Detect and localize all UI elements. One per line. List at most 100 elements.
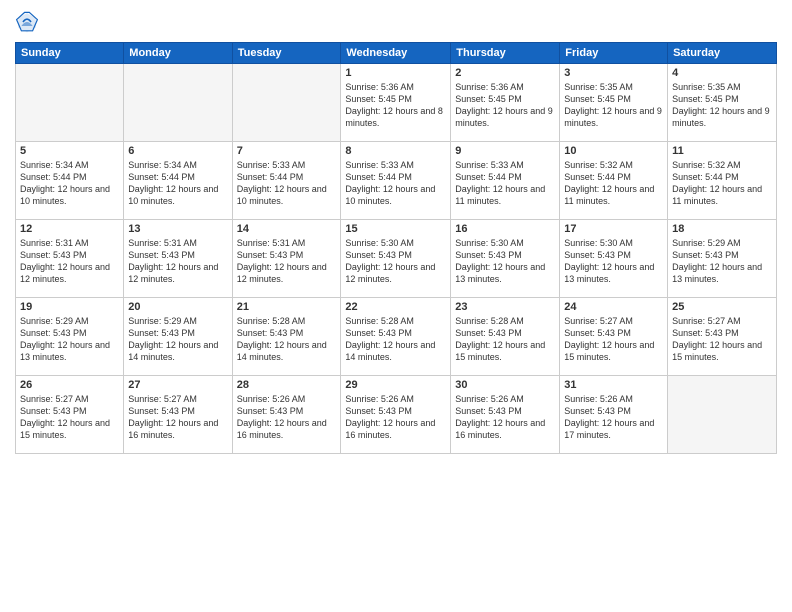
day-number: 23 [455,301,555,313]
day-info: Sunrise: 5:27 AM Sunset: 5:43 PM Dayligh… [128,393,227,442]
weekday-friday: Friday [560,43,668,64]
day-info: Sunrise: 5:29 AM Sunset: 5:43 PM Dayligh… [672,237,772,286]
weekday-saturday: Saturday [668,43,777,64]
day-cell: 30 Sunrise: 5:26 AM Sunset: 5:43 PM Dayli… [451,376,560,454]
day-cell: 25 Sunrise: 5:27 AM Sunset: 5:43 PM Dayli… [668,298,777,376]
day-cell: 5 Sunrise: 5:34 AM Sunset: 5:44 PM Daylig… [16,142,124,220]
day-cell: 29 Sunrise: 5:26 AM Sunset: 5:43 PM Dayli… [341,376,451,454]
header [15,10,777,34]
day-cell: 14 Sunrise: 5:31 AM Sunset: 5:43 PM Dayli… [232,220,341,298]
day-number: 17 [564,223,663,235]
day-number: 21 [237,301,337,313]
logo [15,10,43,34]
day-cell: 7 Sunrise: 5:33 AM Sunset: 5:44 PM Daylig… [232,142,341,220]
week-row-4: 26 Sunrise: 5:27 AM Sunset: 5:43 PM Dayli… [16,376,777,454]
weekday-monday: Monday [124,43,232,64]
day-info: Sunrise: 5:26 AM Sunset: 5:43 PM Dayligh… [564,393,663,442]
day-number: 19 [20,301,119,313]
day-cell: 28 Sunrise: 5:26 AM Sunset: 5:43 PM Dayli… [232,376,341,454]
day-number: 12 [20,223,119,235]
day-cell: 2 Sunrise: 5:36 AM Sunset: 5:45 PM Daylig… [451,64,560,142]
day-number: 29 [345,379,446,391]
day-cell: 26 Sunrise: 5:27 AM Sunset: 5:43 PM Dayli… [16,376,124,454]
day-info: Sunrise: 5:27 AM Sunset: 5:43 PM Dayligh… [672,315,772,364]
weekday-tuesday: Tuesday [232,43,341,64]
day-number: 11 [672,145,772,157]
day-cell: 21 Sunrise: 5:28 AM Sunset: 5:43 PM Dayli… [232,298,341,376]
day-number: 22 [345,301,446,313]
day-number: 4 [672,67,772,79]
day-info: Sunrise: 5:36 AM Sunset: 5:45 PM Dayligh… [455,81,555,130]
day-cell: 8Sunrise: 5:33 AM Sunset: 5:44 PM Daylig… [341,142,451,220]
day-number: 15 [345,223,446,235]
day-info: Sunrise: 5:34 AM Sunset: 5:44 PM Dayligh… [20,159,119,208]
day-info: Sunrise: 5:31 AM Sunset: 5:43 PM Dayligh… [20,237,119,286]
day-cell: 3 Sunrise: 5:35 AM Sunset: 5:45 PM Daylig… [560,64,668,142]
day-cell: 15 Sunrise: 5:30 AM Sunset: 5:43 PM Dayli… [341,220,451,298]
week-row-1: 5 Sunrise: 5:34 AM Sunset: 5:44 PM Daylig… [16,142,777,220]
day-info: Sunrise: 5:30 AM Sunset: 5:43 PM Dayligh… [564,237,663,286]
week-row-2: 12 Sunrise: 5:31 AM Sunset: 5:43 PM Dayli… [16,220,777,298]
day-info: Sunrise: 5:27 AM Sunset: 5:43 PM Dayligh… [20,393,119,442]
day-number: 31 [564,379,663,391]
day-info: Sunrise: 5:33 AM Sunset: 5:44 PM Dayligh… [237,159,337,208]
day-info: Sunrise: 5:33 AM Sunset: 5:44 PM Dayligh… [455,159,555,208]
day-cell: 13Sunrise: 5:31 AM Sunset: 5:43 PM Dayli… [124,220,232,298]
day-number: 14 [237,223,337,235]
day-cell [232,64,341,142]
calendar: SundayMondayTuesdayWednesdayThursdayFrid… [15,42,777,454]
day-cell: 17 Sunrise: 5:30 AM Sunset: 5:43 PM Dayli… [560,220,668,298]
day-cell [124,64,232,142]
day-number: 1 [345,67,446,79]
day-number: 8 [345,145,446,157]
day-info: Sunrise: 5:31 AM Sunset: 5:43 PM Dayligh… [237,237,337,286]
day-number: 18 [672,223,772,235]
day-number: 5 [20,145,119,157]
day-cell: 23 Sunrise: 5:28 AM Sunset: 5:43 PM Dayli… [451,298,560,376]
day-info: Sunrise: 5:28 AM Sunset: 5:43 PM Dayligh… [237,315,337,364]
day-cell: 31 Sunrise: 5:26 AM Sunset: 5:43 PM Dayli… [560,376,668,454]
weekday-thursday: Thursday [451,43,560,64]
day-info: Sunrise: 5:35 AM Sunset: 5:45 PM Dayligh… [564,81,663,130]
day-cell [668,376,777,454]
day-info: Sunrise: 5:26 AM Sunset: 5:43 PM Dayligh… [455,393,555,442]
day-cell: 22 Sunrise: 5:28 AM Sunset: 5:43 PM Dayli… [341,298,451,376]
day-info: Sunrise: 5:32 AM Sunset: 5:44 PM Dayligh… [672,159,772,208]
day-info: Sunrise: 5:30 AM Sunset: 5:43 PM Dayligh… [345,237,446,286]
day-cell: 12 Sunrise: 5:31 AM Sunset: 5:43 PM Dayli… [16,220,124,298]
weekday-header-row: SundayMondayTuesdayWednesdayThursdayFrid… [16,43,777,64]
day-cell: 1Sunrise: 5:36 AM Sunset: 5:45 PM Daylig… [341,64,451,142]
day-cell: 9 Sunrise: 5:33 AM Sunset: 5:44 PM Daylig… [451,142,560,220]
day-info: Sunrise: 5:30 AM Sunset: 5:43 PM Dayligh… [455,237,555,286]
day-info: Sunrise: 5:29 AM Sunset: 5:43 PM Dayligh… [128,315,227,364]
day-number: 30 [455,379,555,391]
week-row-3: 19 Sunrise: 5:29 AM Sunset: 5:43 PM Dayli… [16,298,777,376]
day-info: Sunrise: 5:26 AM Sunset: 5:43 PM Dayligh… [345,393,446,442]
day-number: 24 [564,301,663,313]
day-info: Sunrise: 5:29 AM Sunset: 5:43 PM Dayligh… [20,315,119,364]
day-number: 16 [455,223,555,235]
day-number: 26 [20,379,119,391]
day-cell: 19 Sunrise: 5:29 AM Sunset: 5:43 PM Dayli… [16,298,124,376]
day-number: 3 [564,67,663,79]
logo-icon [15,10,39,34]
day-info: Sunrise: 5:28 AM Sunset: 5:43 PM Dayligh… [345,315,446,364]
day-info: Sunrise: 5:31 AM Sunset: 5:43 PM Dayligh… [128,237,227,286]
day-cell: 6Sunrise: 5:34 AM Sunset: 5:44 PM Daylig… [124,142,232,220]
day-number: 20 [128,301,227,313]
day-number: 7 [237,145,337,157]
day-number: 28 [237,379,337,391]
day-info: Sunrise: 5:26 AM Sunset: 5:43 PM Dayligh… [237,393,337,442]
day-cell: 11 Sunrise: 5:32 AM Sunset: 5:44 PM Dayli… [668,142,777,220]
day-info: Sunrise: 5:35 AM Sunset: 5:45 PM Dayligh… [672,81,772,130]
day-number: 10 [564,145,663,157]
day-number: 9 [455,145,555,157]
day-number: 27 [128,379,227,391]
day-number: 25 [672,301,772,313]
day-info: Sunrise: 5:27 AM Sunset: 5:43 PM Dayligh… [564,315,663,364]
day-number: 2 [455,67,555,79]
week-row-0: 1 Sunrise: 5:36 AM Sunset: 5:45 PM Daylig… [16,64,777,142]
day-info: Sunrise: 5:32 AM Sunset: 5:44 PM Dayligh… [564,159,663,208]
day-info: Sunrise: 5:34 AM Sunset: 5:44 PM Dayligh… [128,159,227,208]
day-info: Sunrise: 5:28 AM Sunset: 5:43 PM Dayligh… [455,315,555,364]
